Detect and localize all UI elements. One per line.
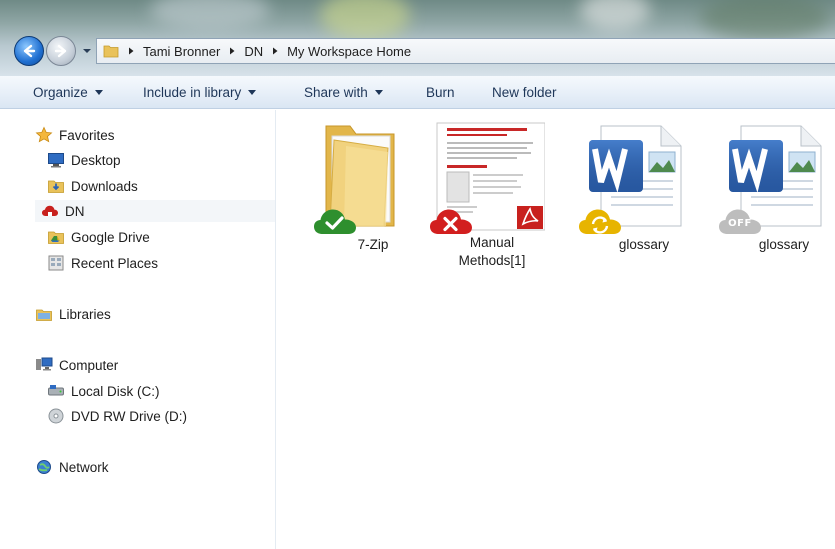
sidebar-item-libraries[interactable]: Libraries (35, 303, 111, 325)
file-item[interactable]: OFF glossary (705, 122, 835, 254)
google-drive-icon (48, 231, 64, 244)
sidebar-item-favorites[interactable]: Favorites (35, 124, 115, 146)
background-blur (700, 0, 830, 40)
background-blur (580, 0, 650, 30)
file-item[interactable]: 7-Zip (293, 122, 423, 254)
new-folder-button[interactable]: New folder (492, 85, 557, 100)
x-icon (430, 209, 472, 234)
dvd-drive-icon (48, 408, 64, 424)
network-icon (37, 460, 51, 474)
address-bar[interactable]: Tami Bronner DN My Workspace Home (96, 38, 835, 64)
recent-places-icon (48, 255, 64, 271)
background-blur (320, 0, 410, 40)
organize-label: Organize (33, 84, 88, 100)
background-blur (150, 0, 270, 30)
sidebar-item-local-disk[interactable]: Local Disk (C:) (47, 380, 160, 402)
star-icon (35, 126, 53, 143)
check-icon (314, 209, 356, 234)
network-label: Network (59, 459, 109, 475)
cloud-icon (42, 205, 58, 216)
sidebar-item-network[interactable]: Network (35, 456, 109, 478)
dvd-drive-label: DVD RW Drive (D:) (71, 408, 187, 424)
libraries-icon (36, 309, 52, 321)
file-name: glossary (618, 237, 670, 252)
file-item[interactable]: glossary (565, 122, 695, 254)
forward-button[interactable] (46, 36, 76, 66)
libraries-label: Libraries (59, 306, 111, 322)
window-titlebar: Tami Bronner DN My Workspace Home (0, 0, 835, 76)
desktop-label: Desktop (71, 152, 121, 168)
sidebar-item-computer[interactable]: Computer (35, 354, 118, 376)
caret-down-icon (374, 90, 383, 95)
sidebar-item-dn[interactable]: DN (35, 200, 275, 222)
burn-button[interactable]: Burn (426, 85, 492, 100)
off-icon: OFF (718, 206, 762, 236)
back-button[interactable] (14, 36, 44, 66)
recent-pages-dropdown-icon[interactable] (81, 45, 93, 57)
new-folder-label: New folder (492, 84, 557, 100)
folder-icon (103, 45, 119, 58)
computer-icon (36, 357, 53, 371)
desktop-icon (48, 153, 64, 168)
organize-button[interactable]: Organize (33, 85, 143, 100)
file-item[interactable]: Manual Methods[1] (423, 122, 553, 270)
sidebar-item-google-drive[interactable]: Google Drive (47, 226, 150, 248)
include-in-library-button[interactable]: Include in library (143, 85, 304, 100)
off-badge-text: OFF (728, 218, 752, 229)
google-drive-label: Google Drive (71, 229, 150, 245)
sidebar-item-dvd-drive[interactable]: DVD RW Drive (D:) (47, 405, 187, 427)
downloads-icon (48, 180, 64, 193)
breadcrumb-item[interactable]: Tami Bronner (143, 44, 220, 59)
favorites-label: Favorites (59, 127, 115, 143)
sidebar-item-desktop[interactable]: Desktop (47, 149, 121, 171)
arrow-right-icon (54, 44, 67, 58)
sidebar-item-downloads[interactable]: Downloads (47, 175, 138, 197)
share-with-button[interactable]: Share with (304, 85, 426, 100)
command-toolbar: Organize Include in library Share with B… (0, 76, 835, 109)
caret-down-icon (94, 90, 103, 95)
file-list: 7-Zip Manual Methods[1] glossary OFF glo… (277, 110, 835, 549)
recent-places-label: Recent Places (71, 255, 159, 271)
breadcrumb-arrow-icon[interactable] (271, 47, 279, 55)
caret-down-icon (248, 90, 257, 95)
file-name: 7-Zip (357, 237, 389, 252)
downloads-label: Downloads (71, 178, 138, 194)
include-in-library-label: Include in library (143, 84, 242, 100)
arrow-left-icon (23, 44, 36, 58)
local-disk-label: Local Disk (C:) (71, 383, 160, 399)
sidebar-item-recent-places[interactable]: Recent Places (47, 252, 158, 274)
breadcrumb-current[interactable]: My Workspace Home (287, 44, 411, 59)
hard-disk-icon (48, 385, 64, 396)
computer-label: Computer (59, 357, 119, 373)
file-name: Manual Methods[1] (458, 235, 526, 268)
sync-icon (579, 209, 621, 234)
breadcrumb-item[interactable]: DN (244, 44, 263, 59)
share-with-label: Share with (304, 84, 368, 100)
breadcrumb-arrow-icon[interactable] (127, 47, 135, 55)
file-name: glossary (758, 237, 810, 252)
navigation-pane: Favorites Desktop Downloads DN Google Dr… (0, 110, 276, 549)
burn-label: Burn (426, 84, 455, 100)
breadcrumb-arrow-icon[interactable] (228, 47, 236, 55)
dn-label: DN (65, 203, 85, 219)
